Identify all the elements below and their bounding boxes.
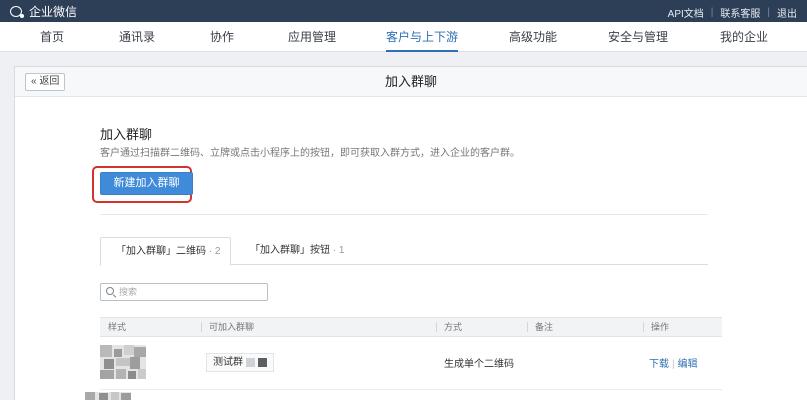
nav-item-customers[interactable]: 客户与上下游 — [385, 22, 459, 52]
nav-item-contacts[interactable]: 通讯录 — [119, 22, 155, 52]
wecom-logo-icon — [10, 5, 25, 19]
new-join-group-button[interactable]: 新建加入群聊 — [100, 172, 193, 195]
column-separator — [201, 322, 202, 332]
redacted-block — [246, 358, 255, 367]
page-title: 加入群聊 — [384, 74, 437, 89]
tab-count: · 2 — [208, 246, 221, 257]
method-cell: 生成单个二维码 — [444, 359, 514, 370]
column-separator — [527, 322, 528, 332]
column-header-actions: 操作 — [651, 322, 670, 332]
group-name: 测试群 — [213, 357, 243, 368]
nav-item-collaboration[interactable]: 协作 — [210, 22, 234, 52]
table-header: 样式 可加入群聊 方式 备注 操作 — [100, 317, 722, 337]
search-box[interactable] — [100, 283, 268, 301]
app-logo[interactable]: 企业微信 — [10, 3, 77, 20]
top-bar: 企业微信 API文档 | 联系客服 | 退出 — [0, 0, 807, 22]
nav-item-security[interactable]: 安全与管理 — [608, 22, 668, 52]
download-link[interactable]: 下载 — [649, 359, 669, 370]
edit-link[interactable]: 编辑 — [678, 359, 698, 370]
divider — [100, 214, 708, 215]
main-nav: 首页 通讯录 协作 应用管理 客户与上下游 高级功能 安全与管理 我的企业 — [0, 22, 807, 52]
nav-item-home[interactable]: 首页 — [40, 22, 64, 52]
section-description: 客户通过扫描群二维码、立牌或点击小程序上的按钮，即可获取入群方式，进入企业的客户… — [100, 148, 520, 159]
tab-button[interactable]: 「加入群聊」按钮 · 1 — [240, 237, 354, 265]
link-separator: | — [767, 7, 770, 18]
top-links: API文档 | 联系客服 | 退出 — [668, 5, 797, 20]
search-icon — [106, 287, 117, 299]
group-chip: 测试群 — [206, 353, 274, 372]
redacted-block — [258, 358, 267, 367]
app-name: 企业微信 — [29, 5, 78, 19]
row-actions: 下载 | 编辑 — [649, 355, 698, 370]
table-row: 测试群 生成单个二维码 下载 | 编辑 — [100, 337, 722, 390]
link-separator: | — [710, 7, 714, 18]
tab-label: 「加入群聊」按钮 — [250, 245, 330, 256]
column-header-method: 方式 — [444, 322, 463, 332]
contact-support-link[interactable]: 联系客服 — [720, 5, 760, 20]
nav-item-advanced[interactable]: 高级功能 — [509, 22, 557, 52]
logout-link[interactable]: 退出 — [777, 5, 797, 20]
search-input[interactable] — [119, 284, 265, 300]
nav-item-app-management[interactable]: 应用管理 — [288, 22, 336, 52]
section-title: 加入群聊 — [100, 127, 153, 142]
api-docs-link[interactable]: API文档 — [668, 5, 704, 20]
qr-code-thumbnail[interactable] — [100, 345, 146, 379]
column-separator — [436, 322, 437, 332]
nav-item-my-company[interactable]: 我的企业 — [720, 22, 768, 52]
tab-count: · 1 — [332, 245, 345, 256]
panel-header: « 返回 加入群聊 — [15, 67, 807, 97]
tab-label: 「加入群聊」二维码 — [116, 246, 206, 257]
column-header-style: 样式 — [108, 322, 127, 332]
action-separator: | — [672, 359, 675, 370]
column-header-group: 可加入群聊 — [209, 322, 255, 332]
qr-code-thumbnail[interactable] — [85, 390, 131, 400]
column-separator — [643, 322, 644, 332]
column-header-note: 备注 — [535, 322, 554, 332]
content-panel: « 返回 加入群聊 加入群聊 客户通过扫描群二维码、立牌或点击小程序上的按钮，即… — [14, 66, 807, 400]
tab-qr-code[interactable]: 「加入群聊」二维码 · 2 — [100, 237, 231, 266]
tab-bar: 「加入群聊」二维码 · 2 「加入群聊」按钮 · 1 — [100, 237, 708, 266]
